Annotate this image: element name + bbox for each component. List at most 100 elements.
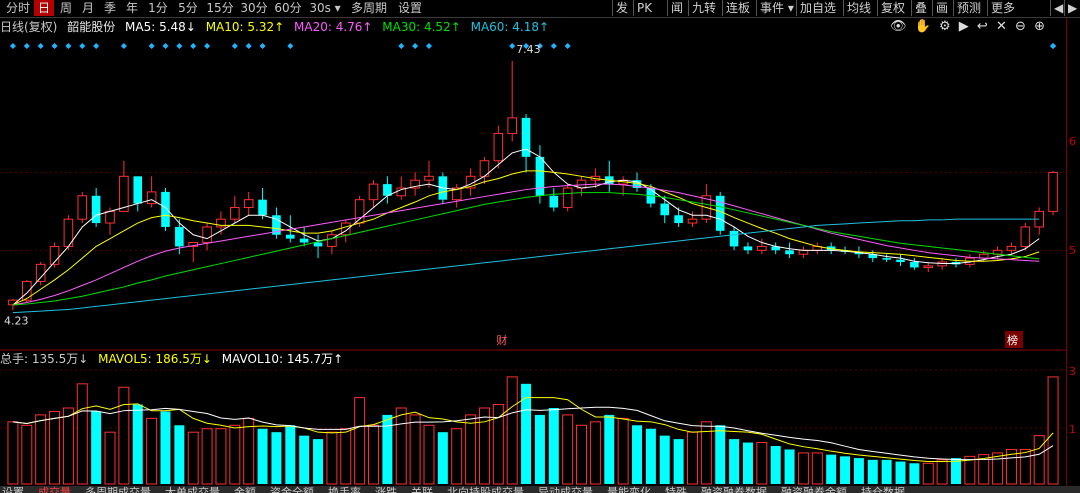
candlestick-chart[interactable]: 7.43 4.23 财 榜	[0, 18, 1066, 486]
tab-1[interactable]: 日	[34, 0, 54, 16]
indicator-tab-14[interactable]: 融资融券余额	[781, 486, 847, 493]
indicator-tab-7[interactable]: 涨跌	[375, 486, 397, 493]
ma-line-ma10	[12, 170, 1040, 306]
volume-bar-5	[76, 383, 88, 485]
toolbar-item-10[interactable]: 画	[932, 0, 951, 16]
candle-16	[230, 206, 240, 220]
toolbar-item-12[interactable]: 更多	[987, 0, 1018, 16]
tab-10[interactable]: 60分	[272, 0, 304, 16]
volume-bar-56	[784, 449, 795, 484]
event-diamond-18	[412, 43, 419, 49]
tab-8[interactable]: 15分	[204, 0, 236, 16]
tab-7[interactable]: 5分	[174, 0, 202, 16]
indicator-tab-2[interactable]: 多周期成交量	[85, 486, 151, 493]
volume-bar-8	[118, 386, 130, 485]
tab-5[interactable]: 年	[122, 0, 142, 16]
volume-bar-36	[506, 376, 518, 485]
volume-bar-11	[160, 411, 171, 484]
volume-bar-9	[132, 404, 143, 484]
tab-0[interactable]: 分时	[4, 0, 32, 16]
indicator-tab-15[interactable]: 持仓数据	[861, 486, 905, 493]
volume-bar-15	[215, 428, 227, 485]
event-diamond-8	[148, 43, 155, 49]
event-marker-finance: 财	[496, 333, 507, 347]
volume-bar-7	[104, 431, 116, 485]
toolbar-item-1[interactable]: PK	[633, 0, 655, 16]
candle-63	[882, 258, 891, 260]
volume-bar-16	[229, 424, 241, 485]
axis-tick-1: 1	[1069, 423, 1076, 436]
tab-13[interactable]: 设置	[394, 0, 426, 16]
candle-12	[175, 226, 184, 247]
tab-12[interactable]: 多周期	[346, 0, 392, 16]
candle-73	[1020, 226, 1031, 247]
indicator-tab-10[interactable]: 异动成交量	[538, 486, 593, 493]
toolbar-item-11[interactable]: 预测	[953, 0, 984, 16]
candle-38	[535, 156, 545, 196]
axis-tick-5: 5	[1069, 244, 1076, 257]
volume-bar-24	[340, 428, 352, 485]
volume-bar-52	[729, 439, 740, 484]
volume-bar-74	[1033, 435, 1045, 485]
volume-bar-0	[7, 421, 19, 485]
volume-bar-26	[368, 424, 380, 485]
indicator-tab-0[interactable]: 设置	[2, 486, 24, 493]
candle-17	[243, 199, 254, 208]
indicator-tab-1[interactable]: 成交量	[38, 486, 71, 493]
axis-tick-6: 6	[1069, 135, 1076, 148]
candle-56	[785, 250, 794, 255]
toolbar-item-4[interactable]: 连板	[722, 0, 753, 16]
volume-bar-51	[715, 425, 726, 484]
tab-3[interactable]: 月	[78, 0, 98, 16]
candle-53	[743, 246, 753, 251]
volume-bar-71	[992, 452, 1004, 485]
toolbar-item-3[interactable]: 九转	[688, 0, 719, 16]
candle-9	[133, 176, 143, 204]
tab-4[interactable]: 季	[100, 0, 120, 16]
tab-2[interactable]: 周	[56, 0, 76, 16]
indicator-tab-8[interactable]: 关联	[411, 486, 433, 493]
ma-line-ma60	[12, 218, 1040, 314]
candle-48	[674, 215, 683, 224]
volume-bar-55	[770, 446, 781, 484]
event-diamond-17	[398, 43, 405, 49]
tab-6[interactable]: 1分	[144, 0, 172, 16]
high-price-label: 7.43	[516, 43, 541, 56]
toolbar-item-9[interactable]: 叠	[911, 0, 930, 16]
toolbar-item-2[interactable]: 闻	[667, 0, 686, 16]
indicator-tab-13[interactable]: 融资融券数据	[701, 486, 767, 493]
volume-bar-66	[922, 462, 934, 485]
indicator-tab-5[interactable]: 资金全额	[270, 486, 314, 493]
toolbar-item-6[interactable]: 加自选	[796, 0, 839, 16]
event-diamond-14	[245, 43, 252, 49]
indicator-tab-9[interactable]: 北向持股成交量	[447, 486, 524, 493]
volume-bar-75	[1047, 376, 1059, 485]
tab-11[interactable]: 30s ▾	[306, 0, 344, 16]
candle-18	[258, 199, 267, 216]
event-diamond-16	[287, 43, 294, 49]
volume-bar-64	[895, 461, 906, 484]
volume-bar-33	[465, 414, 477, 485]
indicator-tab-4[interactable]: 金额	[234, 486, 256, 493]
candle-35	[493, 132, 504, 162]
indicator-tab-3[interactable]: 大单成交量	[165, 486, 220, 493]
low-price-label: 4.23	[4, 314, 29, 327]
toolbar-item-7[interactable]: 均线	[843, 0, 874, 16]
candle-64	[896, 259, 905, 262]
tab-9[interactable]: 30分	[238, 0, 270, 16]
indicator-tab-12[interactable]: 特殊	[665, 486, 687, 493]
volume-bar-17	[243, 417, 255, 485]
volume-bar-53	[742, 442, 753, 484]
volume-bar-61	[853, 458, 864, 484]
volume-bar-62	[867, 459, 878, 484]
toolbar-item-8[interactable]: 复权	[877, 0, 908, 16]
toolbar-item-5[interactable]: 事件 ▾	[756, 0, 797, 16]
collapse-right-icon[interactable]: ▶	[1064, 0, 1080, 16]
toolbar-item-0[interactable]: 发	[612, 0, 631, 16]
event-diamond-12	[204, 43, 211, 49]
indicator-tab-11[interactable]: 量能变化	[607, 486, 651, 493]
volume-bar-19	[271, 432, 282, 484]
indicator-tab-6[interactable]: 换手率	[328, 486, 361, 493]
volume-bar-1	[21, 424, 33, 485]
event-diamond-24	[564, 43, 571, 49]
